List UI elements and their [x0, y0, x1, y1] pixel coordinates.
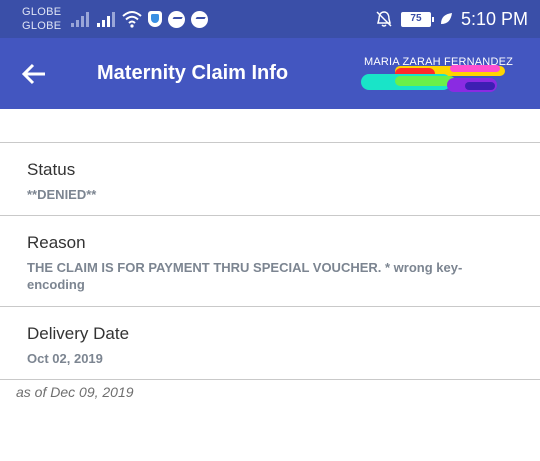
- status-label: Status: [27, 160, 76, 179]
- reason-row: Reason THE CLAIM IS FOR PAYMENT THRU SPE…: [0, 216, 540, 307]
- header-spacer: [0, 109, 540, 143]
- wifi-icon: [122, 11, 142, 28]
- delivery-date-row: Delivery Date Oct 02, 2019: [0, 307, 540, 380]
- leaf-icon: [440, 13, 452, 24]
- notification-icons: [70, 9, 208, 29]
- delivery-date-label: Delivery Date: [27, 324, 130, 343]
- messenger-icon: [168, 10, 185, 28]
- delivery-date-value: Oct 02, 2019: [27, 351, 103, 366]
- signal-1-icon: [71, 12, 89, 27]
- signal-2-icon: [97, 12, 115, 27]
- reason-label: Reason: [27, 233, 86, 252]
- reason-value: THE CLAIM IS FOR PAYMENT THRU SPECIAL VO…: [27, 260, 463, 292]
- as-of-date: as of Dec 09, 2019: [16, 384, 134, 400]
- back-arrow-icon[interactable]: [18, 58, 50, 90]
- carrier-2: GLOBE: [22, 20, 62, 32]
- messenger-2-icon: [191, 10, 208, 28]
- battery-icon: 75: [400, 11, 434, 27]
- status-row: Status **DENIED**: [0, 143, 540, 216]
- redaction-scribble: [361, 65, 505, 92]
- status-bar: GLOBE GLOBE 75 5:10 PM: [0, 0, 540, 38]
- page-title: Maternity Claim Info: [97, 62, 289, 84]
- status-value: **DENIED**: [27, 187, 97, 202]
- app-bar: Maternity Claim Info MARIA ZARAH FERNAND…: [0, 38, 540, 109]
- shield-app-icon: [148, 11, 162, 27]
- clock: 5:10 PM: [460, 8, 528, 29]
- bell-muted-icon: [376, 11, 392, 27]
- carrier-1: GLOBE: [22, 6, 62, 18]
- carrier-labels: GLOBE GLOBE: [22, 5, 61, 33]
- system-icons: 75 5:10 PM: [375, 8, 528, 30]
